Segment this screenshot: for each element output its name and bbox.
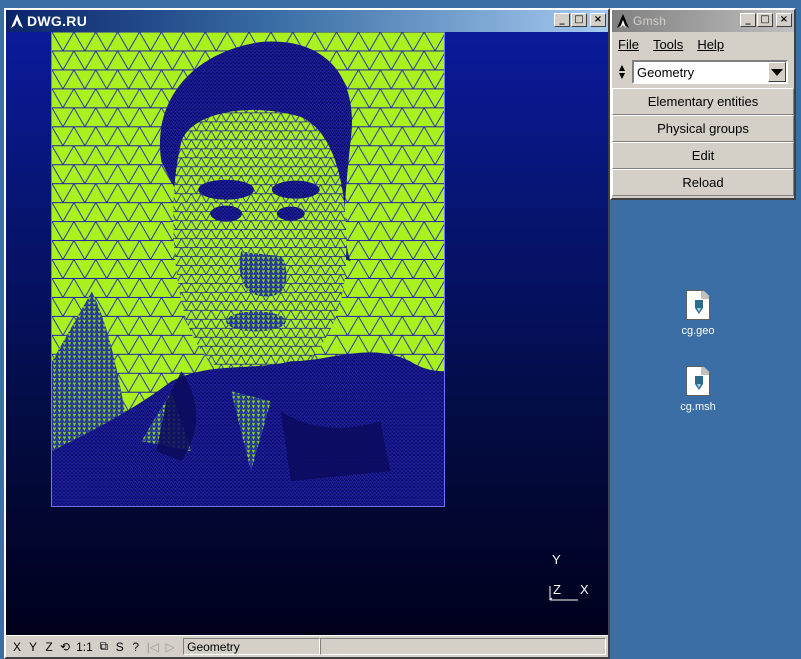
- gmsh-maximize-button[interactable]: □: [757, 13, 773, 27]
- menu-help[interactable]: Help: [697, 37, 724, 52]
- orthographic-icon[interactable]: ⧉: [97, 639, 111, 655]
- reload-button[interactable]: Reload: [612, 169, 794, 196]
- status-field-module: Geometry: [183, 638, 321, 655]
- rotate-icon[interactable]: ⟲: [58, 639, 72, 655]
- module-nav[interactable]: [616, 60, 628, 84]
- maximize-button[interactable]: □: [571, 13, 587, 27]
- play-icon[interactable]: ▷: [163, 639, 177, 655]
- module-buttons: Elementary entities Physical groups Edit…: [612, 88, 794, 196]
- axes-lines: [549, 586, 578, 601]
- view-y-button[interactable]: Y: [26, 639, 40, 655]
- axes-indicator: Y Z X: [538, 552, 598, 602]
- desktop-icon-cg-msh[interactable]: cg.msh: [668, 366, 728, 413]
- chevron-down-icon[interactable]: [768, 62, 786, 82]
- menu-file[interactable]: File: [618, 37, 639, 52]
- gmsh-window-controls: _ □ ×: [739, 13, 792, 27]
- gmsh-window-title: Gmsh: [633, 14, 667, 28]
- module-prev-icon[interactable]: [619, 65, 625, 71]
- menu-tools[interactable]: Tools: [653, 37, 683, 52]
- desktop-icon-label: cg.msh: [680, 401, 716, 413]
- menu-file-label: File: [618, 36, 639, 52]
- desktop-icon-cg-geo[interactable]: cg.geo: [668, 290, 728, 337]
- edit-button[interactable]: Edit: [612, 142, 794, 169]
- menu-help-label: Help: [697, 36, 725, 52]
- view-z-button[interactable]: Z: [42, 639, 56, 655]
- menu-tools-label: Tools: [652, 36, 684, 52]
- axis-label-z: Z: [553, 582, 561, 597]
- msh-file-icon: [686, 366, 710, 396]
- desktop-icon-label: cg.geo: [681, 325, 715, 337]
- graphic-window-titlebar[interactable]: DWG.RU _ □ ×: [6, 10, 608, 32]
- s-button[interactable]: S: [113, 639, 127, 655]
- gl-canvas[interactable]: Y Z X: [6, 32, 608, 635]
- status-field-message: [320, 638, 606, 655]
- close-button[interactable]: ×: [590, 13, 606, 27]
- mesh-view[interactable]: [51, 32, 445, 507]
- help-button[interactable]: ?: [129, 639, 143, 655]
- scale-1-1-button[interactable]: 1:1: [74, 639, 95, 655]
- graphic-window: DWG.RU _ □ × Y Z X X Y Z ⟲ 1:1 ⧉ S ? |◁ …: [4, 8, 610, 659]
- module-select[interactable]: Geometry: [632, 60, 788, 84]
- gmsh-window-titlebar[interactable]: Gmsh _ □ ×: [612, 10, 794, 32]
- geo-file-icon: [686, 290, 710, 320]
- graphic-window-title: DWG.RU: [27, 13, 88, 29]
- gmsh-logo-icon: [616, 13, 630, 29]
- dwg-logo-icon: [10, 13, 24, 29]
- gmsh-close-button[interactable]: ×: [776, 13, 792, 27]
- statusbar: X Y Z ⟲ 1:1 ⧉ S ? |◁ ▷ Geometry: [6, 635, 608, 657]
- mesh-graphic: [52, 32, 444, 506]
- module-row: Geometry: [612, 58, 794, 86]
- module-next-icon[interactable]: [619, 73, 625, 79]
- module-select-value: Geometry: [637, 64, 695, 80]
- view-x-button[interactable]: X: [10, 639, 24, 655]
- physical-groups-button[interactable]: Physical groups: [612, 115, 794, 142]
- elementary-entities-button[interactable]: Elementary entities: [612, 88, 794, 115]
- axis-label-x: X: [580, 582, 589, 597]
- menubar: File Tools Help: [612, 32, 794, 56]
- graphic-window-controls: _ □ ×: [553, 13, 606, 27]
- gmsh-menu-window: Gmsh _ □ × File Tools Help Geometry Elem…: [610, 8, 796, 200]
- rewind-icon[interactable]: |◁: [145, 639, 161, 655]
- axis-label-y: Y: [552, 552, 561, 567]
- minimize-button[interactable]: _: [554, 13, 570, 27]
- gmsh-minimize-button[interactable]: _: [740, 13, 756, 27]
